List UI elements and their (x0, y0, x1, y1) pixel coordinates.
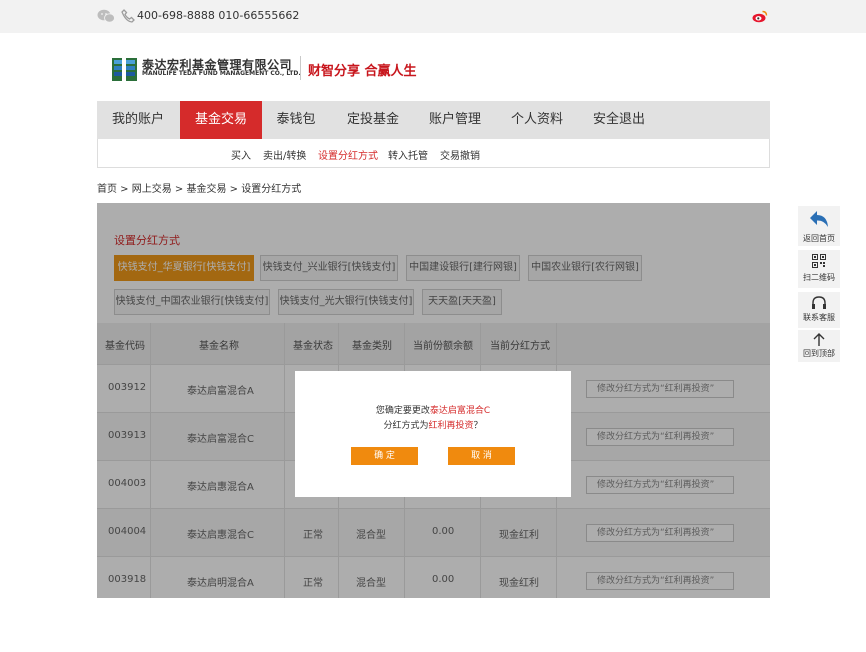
nav-tai-wallet[interactable]: 泰钱包 (262, 101, 330, 139)
nav-safe-logout[interactable]: 安全退出 (577, 101, 661, 139)
subnav-cancel-trade[interactable]: 交易撤销 (440, 147, 480, 162)
confirm-dividend-method: 红利再投资 (428, 421, 474, 431)
headset-icon (812, 296, 826, 309)
nav-personal-info[interactable]: 个人资料 (497, 101, 577, 139)
side-label: 回到顶部 (803, 349, 835, 358)
side-back-home[interactable]: 返回首页 (798, 206, 840, 246)
side-label: 联系客服 (803, 313, 835, 322)
nav-fund-trading[interactable]: 基金交易 (180, 101, 262, 139)
main-nav: 我的账户 基金交易 泰钱包 定投基金 账户管理 个人资料 安全退出 (97, 101, 770, 139)
confirm-fund-name: 泰达启富混合C (429, 406, 491, 416)
side-customer-service[interactable]: 联系客服 (798, 292, 840, 328)
logo-mark (112, 55, 137, 81)
cancel-button[interactable]: 取 消 (448, 447, 515, 465)
subnav-transfer-custody[interactable]: 转入托管 (388, 147, 428, 162)
nav-account-management[interactable]: 账户管理 (413, 101, 497, 139)
weibo-icon[interactable] (752, 9, 768, 23)
sub-nav: 买入 卖出/转换 设置分红方式 转入托管 交易撤销 (97, 139, 770, 168)
subnav-set-dividend[interactable]: 设置分红方式 (318, 147, 378, 162)
nav-my-account[interactable]: 我的账户 (97, 101, 179, 139)
back-arrow-icon (810, 211, 828, 227)
breadcrumb: 首页 > 网上交易 > 基金交易 > 设置分红方式 (97, 184, 302, 195)
confirm-dialog: 您确定要更改泰达启富混合C 分红方式为红利再投资？ 确 定 取 消 (295, 371, 571, 497)
slogan: 财智分享 合赢人生 (308, 64, 417, 79)
qr-code-icon (812, 254, 826, 268)
confirm-message-line1: 您确定要更改泰达启富混合C (375, 406, 491, 416)
nav-fixed-investment[interactable]: 定投基金 (333, 101, 413, 139)
subnav-sell-convert[interactable]: 卖出/转换 (263, 147, 306, 162)
company-name-en: MANULIFE TEDA FUND MANAGEMENT CO., LTD. (142, 70, 301, 77)
top-bar: 400-698-8888 010-66555662 (0, 0, 866, 33)
subnav-buy[interactable]: 买入 (231, 147, 251, 162)
arrow-up-icon (813, 333, 825, 346)
side-qr-code[interactable]: 扫二维码 (798, 250, 840, 288)
confirm-button[interactable]: 确 定 (351, 447, 418, 465)
wechat-icon[interactable] (97, 9, 115, 23)
logo-divider (300, 56, 301, 80)
company-logo[interactable]: 泰达宏利基金管理有限公司 MANULIFE TEDA FUND MANAGEME… (112, 55, 302, 81)
confirm-message-line2: 分红方式为红利再投资？ (383, 421, 483, 431)
side-label: 返回首页 (803, 234, 835, 243)
phone-icon (121, 9, 135, 23)
side-label: 扫二维码 (803, 273, 835, 282)
side-back-to-top[interactable]: 回到顶部 (798, 330, 840, 362)
hotline-numbers: 400-698-8888 010-66555662 (137, 9, 300, 22)
